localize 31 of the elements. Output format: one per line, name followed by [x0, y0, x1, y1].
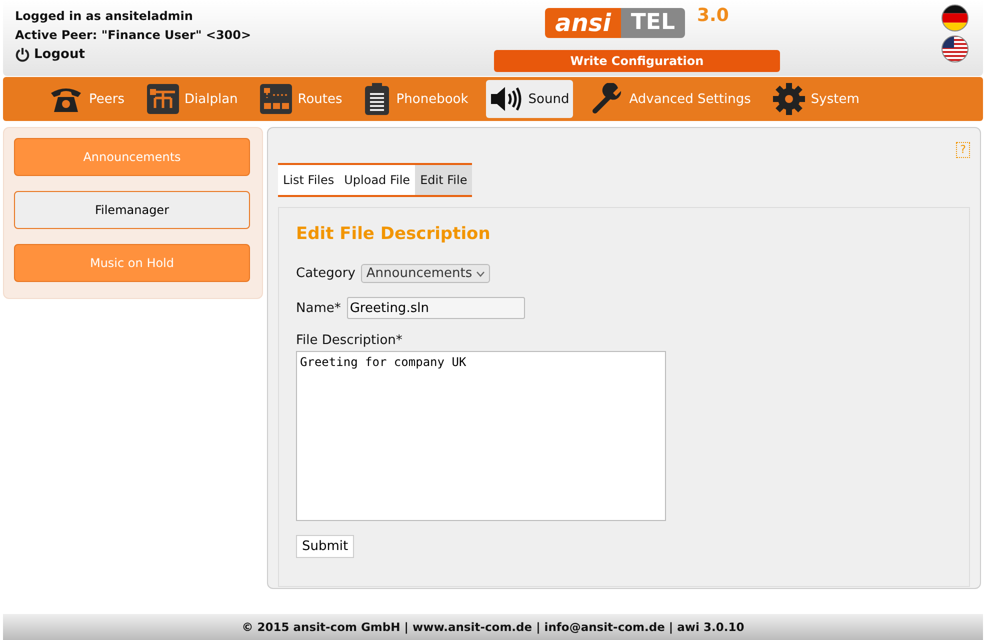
- power-icon: [15, 47, 30, 62]
- name-field[interactable]: Greeting.sln: [346, 297, 525, 319]
- login-status: Logged in as ansiteladmin: [15, 9, 194, 23]
- nav-tab[interactable]: Sound: [486, 80, 574, 118]
- sidebar-button[interactable]: Filemanager: [14, 191, 250, 229]
- logo-text: ansi: [545, 8, 621, 38]
- usa-flag-icon[interactable]: [941, 35, 969, 63]
- speaker-icon: [490, 85, 522, 113]
- field-label: File Description*: [296, 333, 402, 348]
- category-dropdown[interactable]: Announcements: [361, 264, 490, 283]
- field-label: Name*: [296, 300, 341, 316]
- logo-version: 3.0: [696, 8, 729, 24]
- description-field[interactable]: Greeting for company UK: [296, 351, 666, 521]
- active-peer: Active Peer: "Finance User" <300>: [15, 28, 252, 42]
- gear-icon: [772, 83, 805, 115]
- tab[interactable]: List Files: [278, 165, 340, 195]
- routes-icon: [260, 84, 292, 114]
- logo-text: TEL: [620, 8, 685, 38]
- chevron-icon: [476, 270, 486, 276]
- german-flag-icon[interactable]: [941, 4, 969, 32]
- dialplan-icon: [146, 84, 178, 114]
- tab[interactable]: Upload File: [339, 165, 416, 195]
- tab[interactable]: Edit File: [415, 165, 472, 195]
- field-label: Category: [296, 266, 356, 281]
- write-configuration-button[interactable]: Write Configuration: [494, 50, 780, 72]
- footer-text: © 2015 ansit-com GmbH | www.ansit-com.de | info@ansit-com.de | awi 3.0.10: [242, 620, 744, 634]
- form-title: Edit File Description: [296, 224, 490, 244]
- logout-link[interactable]: Logout: [15, 47, 335, 62]
- clipboard-icon: [364, 83, 390, 115]
- submit-button[interactable]: Submit: [296, 535, 354, 558]
- wrench-icon: [591, 83, 624, 115]
